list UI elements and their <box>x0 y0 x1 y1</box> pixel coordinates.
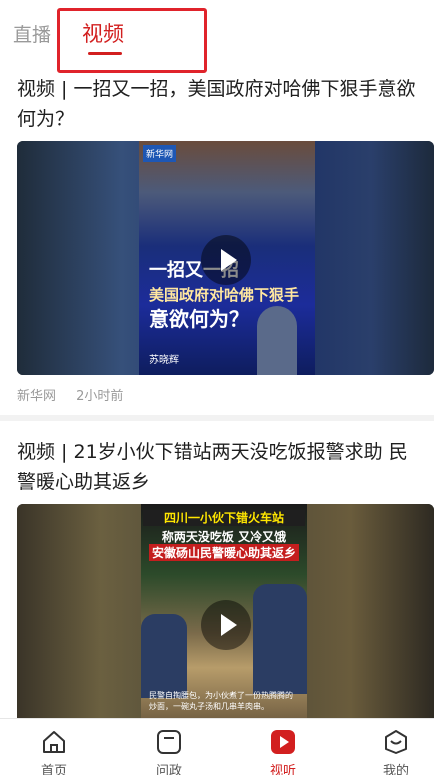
nav-label-profile: 我的 <box>382 764 409 775</box>
video-thumbnail[interactable]: 四川一小伙下错火车站 称两天没吃饭 又冷又饿 安徽砀山民警暖心助其返乡 民警自掏… <box>17 504 434 718</box>
nav-label-home: 首页 <box>40 764 67 775</box>
play-icon[interactable] <box>201 235 251 285</box>
article-meta: 新华网 2小时前 <box>17 375 417 415</box>
tab-live[interactable]: 直播 <box>13 20 51 47</box>
bottom-nav-bar: 首页 问政 视听 我的 <box>0 718 434 775</box>
poster-caption-bottom: 民警自掏腰包，为小伙煮了一份热腾腾的炒面，一碗丸子汤和几串羊肉串。 <box>149 691 293 711</box>
nav-item-profile[interactable]: 我的 <box>366 729 426 775</box>
police-officer-figure <box>141 614 187 698</box>
article-card[interactable]: 视频 | 21岁小伙下错站两天没吃饭报警求助 民警暖心助其返乡 四川一小伙下错火… <box>0 421 434 718</box>
top-tab-bar: 直播 视频 <box>0 0 434 73</box>
poster-caption-mid: 称两天没吃饭 又冷又饿 <box>161 530 287 544</box>
article-card[interactable]: 视频 | 一招又一招，美国政府对哈佛下狠手意欲何为？ 新华网 一招又一招 美国政… <box>0 64 434 421</box>
poster-caption-mid: 美国政府对哈佛下狠手 <box>149 286 300 304</box>
nav-item-media[interactable]: 视听 <box>253 729 313 775</box>
video-play-icon <box>271 730 295 754</box>
nav-item-inquiry[interactable]: 问政 <box>139 729 199 775</box>
video-feed[interactable]: 视频 | 一招又一招，美国政府对哈佛下狠手意欲何为？ 新华网 一招又一招 美国政… <box>0 64 434 718</box>
profile-icon <box>385 730 407 754</box>
play-icon[interactable] <box>201 600 251 650</box>
tab-video[interactable]: 视频 <box>82 18 124 48</box>
inquiry-icon <box>157 730 181 754</box>
active-tab-indicator <box>88 52 122 55</box>
presenter-figure <box>257 306 297 375</box>
police-officer-figure <box>253 584 307 694</box>
poster-caption-red: 安徽砀山民警暖心助其返乡 <box>149 544 299 561</box>
nav-label-inquiry: 问政 <box>155 764 182 775</box>
video-thumbnail[interactable]: 新华网 一招又一招 美国政府对哈佛下狠手 意欲何为？ 苏晓辉 <box>17 141 434 375</box>
poster-caption-top: 四川一小伙下错火车站 <box>143 510 305 526</box>
article-time: 2小时前 <box>76 389 124 404</box>
home-icon <box>43 731 65 753</box>
article-source: 新华网 <box>17 389 57 404</box>
presenter-name: 苏晓辉 <box>149 355 179 366</box>
poster-badge: 新华网 <box>143 145 177 162</box>
article-title[interactable]: 视频 | 21岁小伙下错站两天没吃饭报警求助 民警暖心助其返乡 <box>17 421 417 504</box>
nav-item-home[interactable]: 首页 <box>24 729 84 775</box>
nav-label-media: 视听 <box>269 764 296 775</box>
article-title[interactable]: 视频 | 一招又一招，美国政府对哈佛下狠手意欲何为？ <box>17 64 417 141</box>
